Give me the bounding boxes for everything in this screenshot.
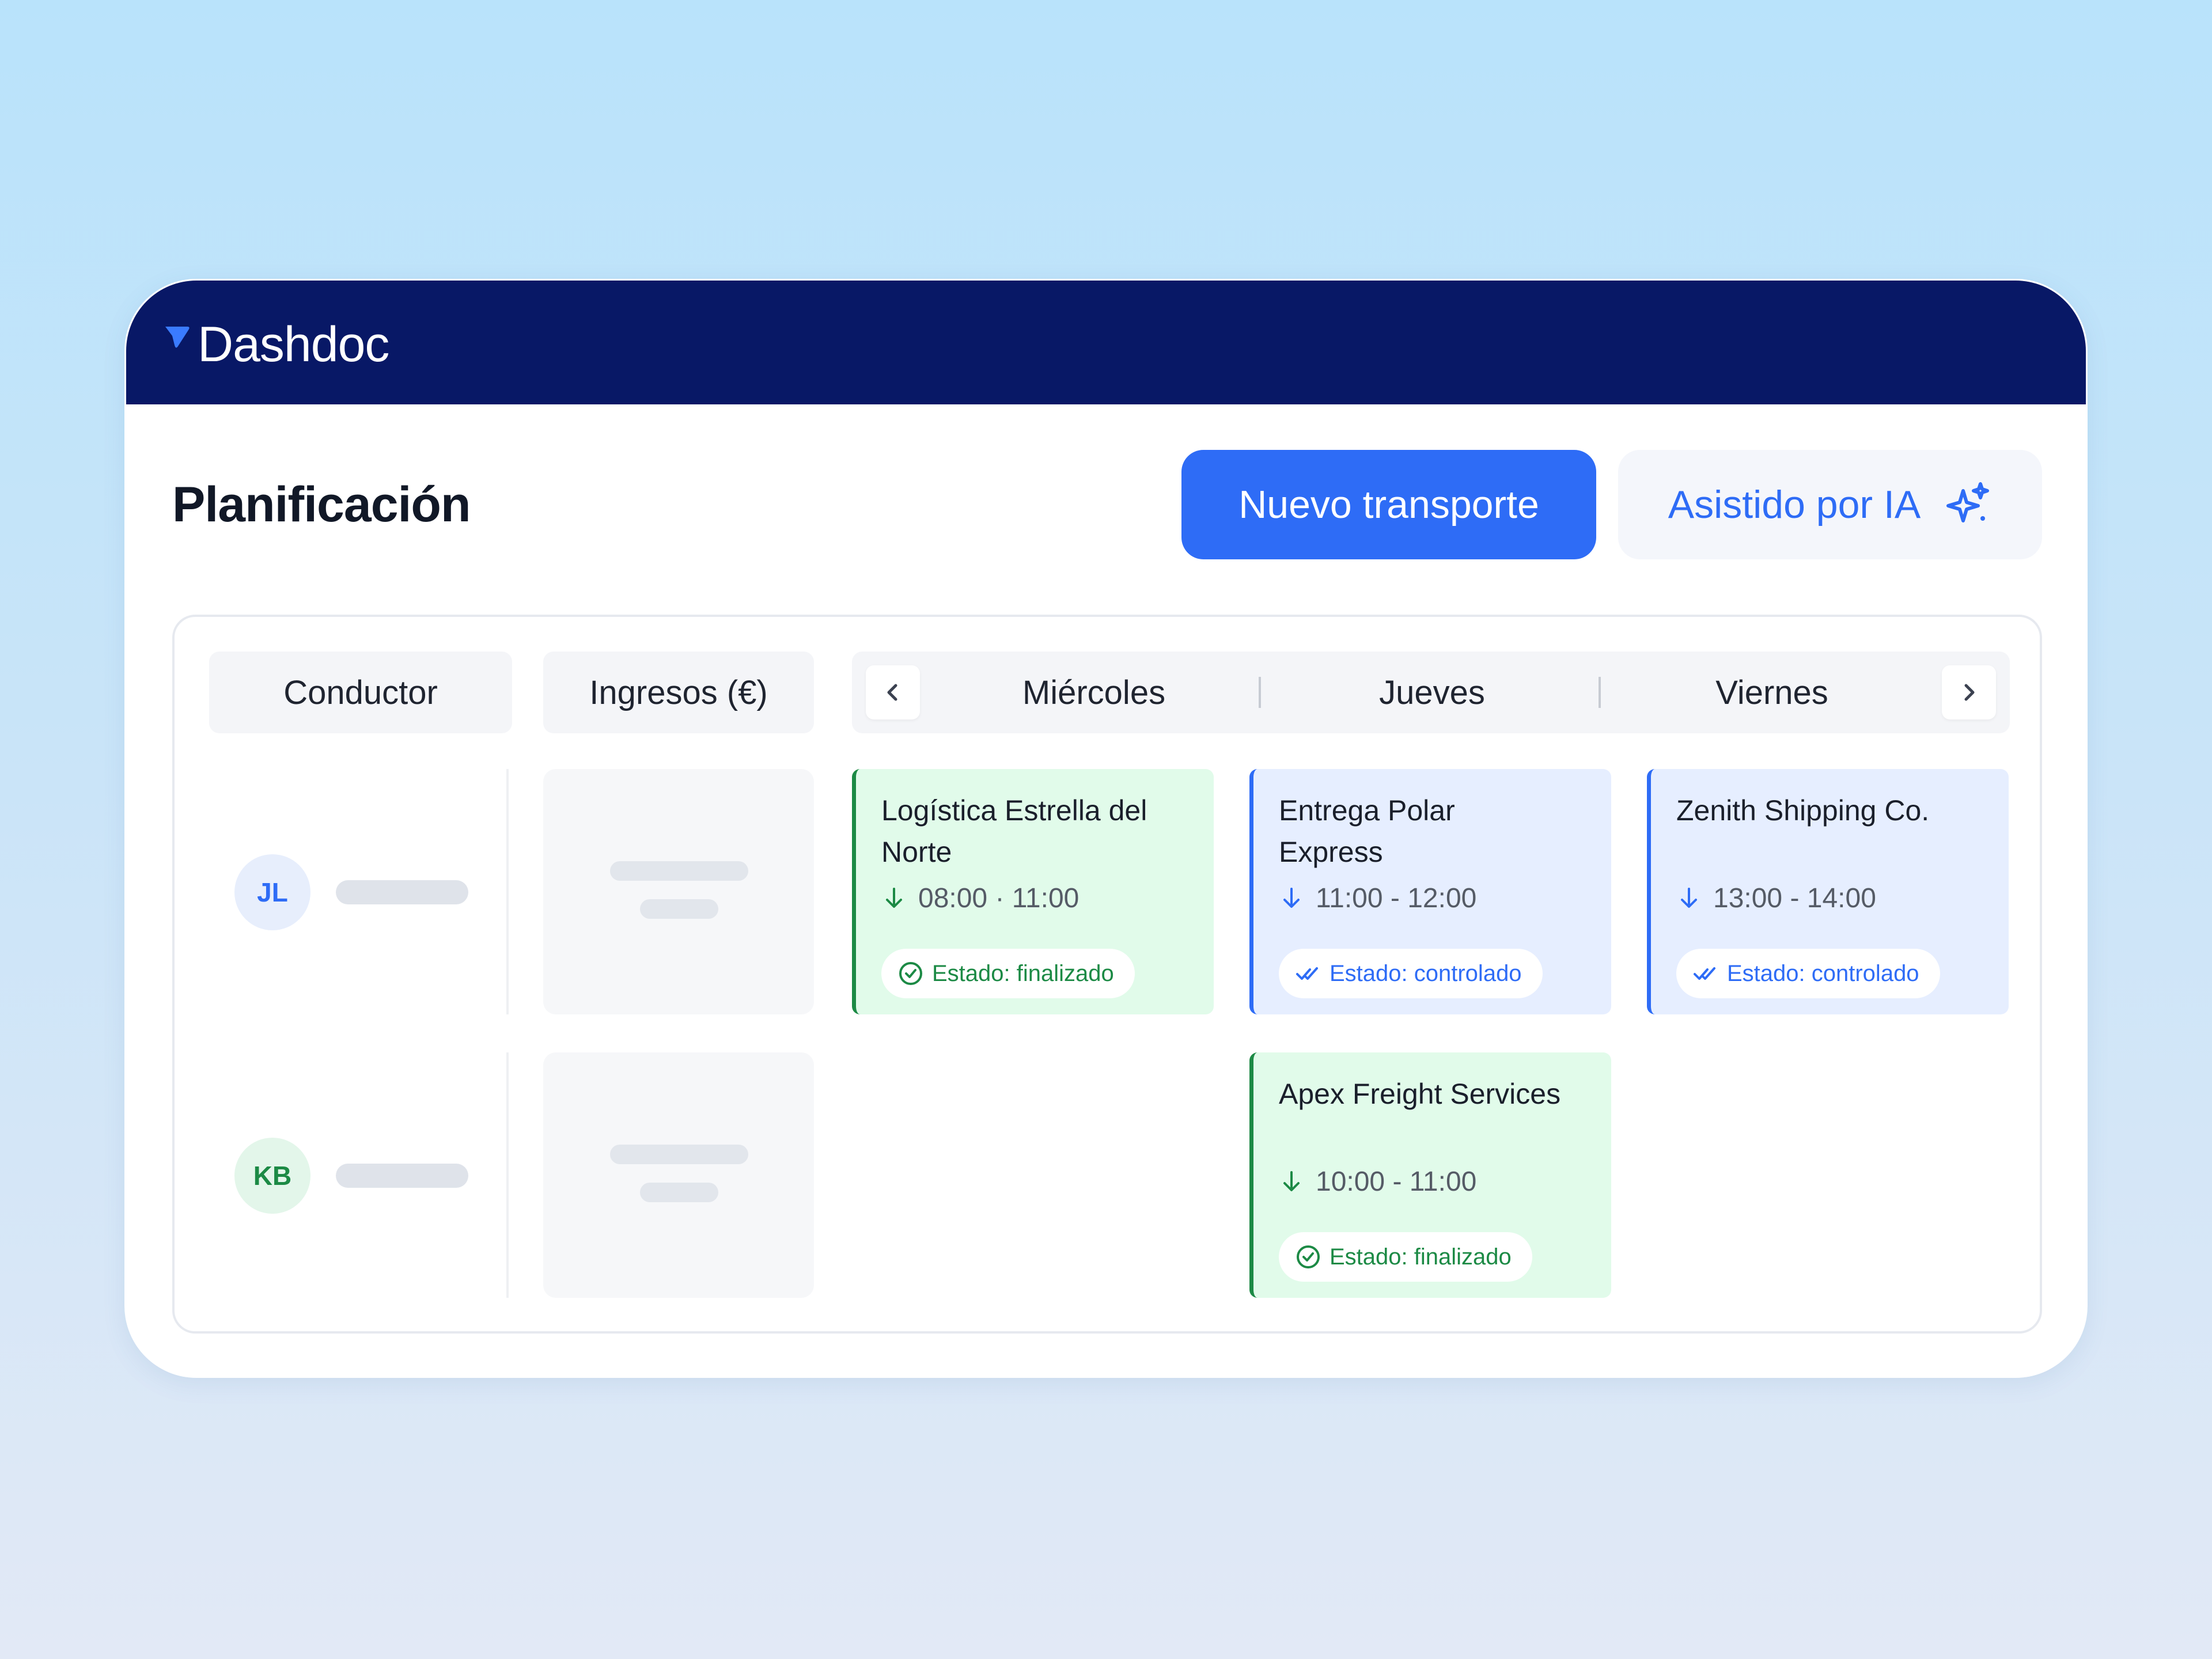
status-badge: Estado: controlado — [1279, 949, 1543, 998]
transport-card[interactable]: Entrega Polar Express 11:00 - 12:00 Esta… — [1249, 769, 1611, 1014]
card-title: Logística Estrella del Norte — [881, 794, 1147, 868]
brand-name: Dashdoc — [198, 316, 389, 372]
day-label: Miércoles — [1022, 673, 1166, 711]
transport-card[interactable]: Logística Estrella del Norte 08:00 · 11:… — [852, 769, 1214, 1014]
arrow-down-icon — [1283, 888, 1300, 908]
day-header-jueves[interactable]: Jueves — [1262, 652, 1602, 733]
new-transport-button[interactable]: Nuevo transporte — [1181, 450, 1596, 559]
driver-name-placeholder — [336, 880, 468, 904]
card-time-label: 13:00 - 14:00 — [1713, 882, 1876, 914]
card-title: Entrega Polar Express — [1279, 794, 1455, 868]
card-time: 11:00 - 12:00 — [1279, 881, 1588, 915]
arrow-down-icon — [1681, 888, 1697, 908]
placeholder-line — [640, 1183, 718, 1202]
new-transport-label: Nuevo transporte — [1238, 483, 1539, 527]
revenue-placeholder — [543, 769, 814, 1014]
avatar-initials: KB — [253, 1161, 292, 1191]
status-label: Estado: controlado — [1330, 960, 1522, 986]
status-badge: Estado: finalizado — [1279, 1232, 1532, 1282]
app-window: Dashdoc Planificación Nuevo transporte A… — [124, 279, 2088, 1378]
avatar[interactable]: KB — [234, 1138, 310, 1214]
avatar-initials: JL — [257, 877, 288, 907]
card-time: 08:00 · 11:00 — [881, 881, 1191, 915]
status-label: Estado: controlado — [1727, 960, 1919, 986]
status-badge: Estado: controlado — [1676, 949, 1940, 998]
column-header-driver-label: Conductor — [283, 673, 438, 711]
placeholder-line — [610, 861, 748, 881]
arrow-down-icon — [886, 888, 902, 908]
card-time-label: 08:00 · 11:00 — [918, 882, 1080, 914]
arrow-down-icon — [1283, 1171, 1300, 1191]
double-check-icon — [1694, 967, 1715, 980]
day-label: Viernes — [1715, 673, 1828, 711]
day-header-viernes[interactable]: Viernes — [1602, 652, 1942, 733]
day-separator — [1259, 677, 1261, 708]
card-time: 13:00 - 14:00 — [1676, 881, 1986, 915]
day-separator — [1599, 677, 1601, 708]
day-header-miercoles[interactable]: Miércoles — [933, 652, 1255, 733]
card-time: 10:00 - 11:00 — [1279, 1164, 1588, 1199]
check-circle-icon — [899, 962, 922, 985]
day-label: Jueves — [1379, 673, 1485, 711]
card-title: Apex Freight Services — [1279, 1078, 1561, 1110]
chevron-right-icon — [1964, 684, 1975, 701]
transport-card[interactable]: Apex Freight Services 10:00 - 11:00 Esta… — [1249, 1052, 1611, 1298]
status-badge: Estado: finalizado — [881, 949, 1135, 998]
brand-logo[interactable]: Dashdoc — [164, 316, 389, 372]
column-divider — [506, 1052, 509, 1298]
placeholder-line — [610, 1145, 748, 1164]
prev-days-button[interactable] — [866, 665, 920, 719]
placeholder-line — [640, 899, 718, 919]
days-navigator: Miércoles Jueves Viernes — [852, 652, 2010, 733]
page-title: Planificación — [172, 477, 471, 532]
transport-card[interactable]: Zenith Shipping Co. 13:00 - 14:00 Estado… — [1647, 769, 2009, 1014]
status-label: Estado: finalizado — [1330, 1244, 1512, 1270]
column-header-driver[interactable]: Conductor — [209, 652, 512, 733]
ai-assist-label: Asistido por IA — [1668, 483, 1921, 527]
logo-mark-icon — [165, 327, 190, 348]
next-days-button[interactable] — [1942, 665, 1996, 719]
column-header-revenue[interactable]: Ingresos (€) — [543, 652, 814, 733]
card-time-label: 11:00 - 12:00 — [1316, 882, 1477, 914]
planning-panel: Conductor Ingresos (€) Miércoles Jueves … — [172, 615, 2042, 1334]
revenue-placeholder — [543, 1052, 814, 1298]
column-header-revenue-label: Ingresos (€) — [589, 673, 768, 711]
card-time-label: 10:00 - 11:00 — [1316, 1166, 1477, 1197]
top-bar: Dashdoc — [126, 281, 2086, 404]
avatar[interactable]: JL — [234, 854, 310, 930]
status-label: Estado: finalizado — [932, 960, 1114, 986]
chevron-left-icon — [887, 684, 897, 701]
card-title: Zenith Shipping Co. — [1676, 794, 1930, 827]
ai-assist-button[interactable]: Asistido por IA — [1618, 450, 2042, 559]
double-check-icon — [1296, 967, 1318, 980]
sparkle-icon — [1946, 482, 1990, 522]
check-circle-icon — [1297, 1245, 1320, 1268]
column-divider — [506, 769, 509, 1014]
driver-name-placeholder — [336, 1164, 468, 1188]
